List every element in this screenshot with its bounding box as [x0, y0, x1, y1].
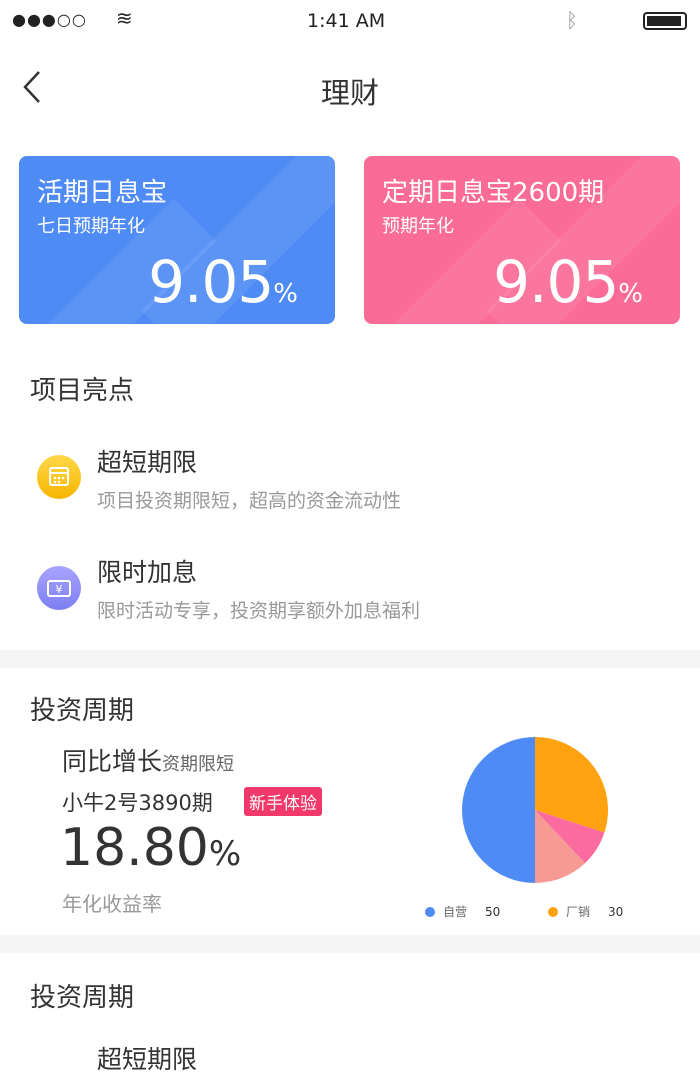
section-divider [0, 650, 700, 668]
card-rate: 9.05% [148, 248, 298, 316]
feature-desc: 项目投资期限短，超高的资金流动性 [97, 490, 402, 512]
card-current-savings[interactable]: 活期日息宝 七日预期年化 9.05% [19, 156, 335, 324]
feature-title: 限时加息 [97, 558, 198, 587]
legend-label: 厂销 [566, 905, 591, 919]
ticket-yen-icon: ¥ [37, 566, 81, 610]
pie-slice [462, 737, 535, 883]
legend-value: 30 [608, 904, 624, 919]
invest-title: 投资周期 [30, 696, 135, 726]
card-subtitle: 七日预期年化 [37, 216, 145, 237]
pie-chart [462, 737, 608, 883]
card-subtitle: 预期年化 [382, 216, 454, 237]
card-title: 定期日息宝2600期 [382, 178, 605, 208]
legend-value: 50 [485, 904, 501, 919]
page-title: 理财 [320, 76, 379, 110]
legend-label: 自营 [443, 905, 468, 919]
bluetooth-icon: ᛒ [566, 8, 578, 32]
feature-desc: 限时活动专享，投资期享额外加息福利 [97, 600, 421, 622]
signal-icon: ●●●○○ [12, 10, 87, 29]
legend-item: 自营 50 [425, 903, 500, 920]
wifi-icon: ≋ [116, 6, 133, 30]
newbie-badge: 新手体验 [244, 787, 322, 816]
section-divider [0, 935, 700, 953]
product-name: 小牛2号3890期 [62, 791, 213, 815]
legend-swatch [548, 906, 558, 917]
legend-item: 厂销 30 [548, 903, 623, 920]
highlights-title: 项目亮点 [30, 376, 135, 406]
legend-swatch [425, 906, 435, 917]
calendar-icon [37, 455, 81, 499]
status-bar: ●●●○○ ≋ 1:41 AM ᛒ [0, 0, 700, 44]
feature-title: 超短期限 [97, 448, 198, 477]
svg-text:¥: ¥ [56, 583, 63, 596]
feature-title: 超短期限 [97, 1045, 198, 1074]
card-fixed-savings[interactable]: 定期日息宝2600期 预期年化 9.05% [364, 156, 680, 324]
annual-rate: 18.80% [60, 818, 242, 878]
time: 1:41 AM [307, 10, 386, 32]
card-title: 活期日息宝 [37, 178, 168, 208]
card-rate: 9.05% [493, 248, 643, 316]
section2-title: 投资周期 [30, 983, 135, 1013]
rate-label: 年化收益率 [62, 892, 162, 916]
battery-icon [643, 12, 687, 30]
invest-headline: 同比增长资期限短 [62, 747, 235, 776]
